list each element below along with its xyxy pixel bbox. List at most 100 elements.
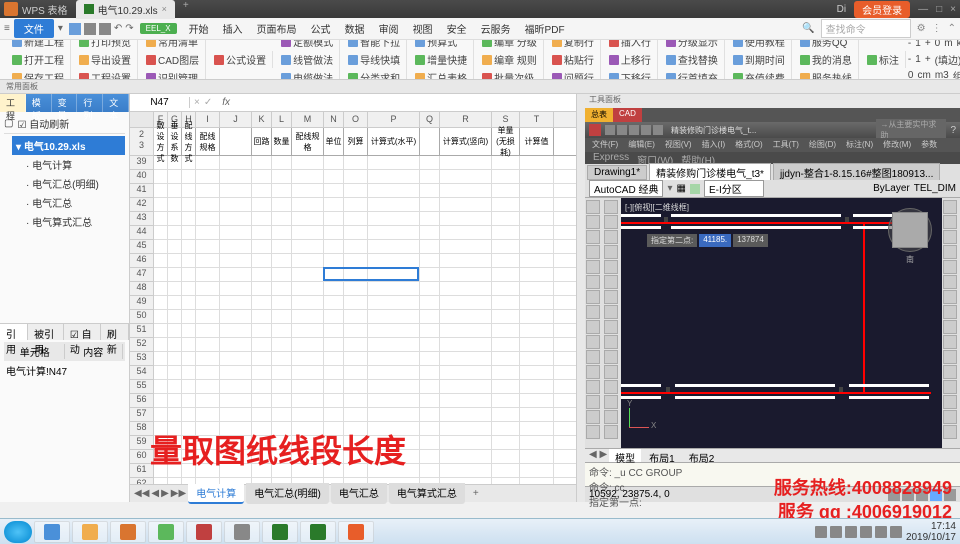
cell[interactable] <box>252 240 272 253</box>
cad-tab-summary[interactable]: 总表 <box>585 108 613 122</box>
cad-viewcube[interactable] <box>892 212 928 248</box>
unit-button[interactable]: kg <box>957 40 960 49</box>
cell[interactable] <box>292 170 324 183</box>
cell[interactable] <box>344 296 368 309</box>
cell[interactable] <box>182 324 196 337</box>
cad-menu-item[interactable]: 工具(T) <box>770 138 802 152</box>
cad-tool-button[interactable] <box>586 425 600 439</box>
cell[interactable] <box>420 240 440 253</box>
row-header[interactable]: 42 <box>130 198 153 212</box>
cell[interactable] <box>324 436 344 449</box>
cell[interactable] <box>520 338 554 351</box>
maximize-icon[interactable]: □ <box>936 4 942 15</box>
cell[interactable] <box>182 464 196 477</box>
cell[interactable] <box>196 380 220 393</box>
cell[interactable] <box>440 254 492 267</box>
unit-button[interactable]: 0 <box>935 40 941 49</box>
cell[interactable] <box>154 338 168 351</box>
add-sheet-button[interactable]: + <box>467 488 485 499</box>
cell[interactable] <box>324 184 344 197</box>
col-header[interactable]: Q <box>420 112 440 127</box>
tray-icon[interactable] <box>890 526 902 538</box>
cell[interactable] <box>220 478 252 484</box>
cell[interactable] <box>168 282 182 295</box>
cell[interactable] <box>182 408 196 421</box>
cell[interactable] <box>168 310 182 323</box>
cad-qat-open-icon[interactable] <box>617 125 627 135</box>
sheet-nav-button[interactable]: ◀ <box>151 488 159 499</box>
cell[interactable] <box>168 184 182 197</box>
cell[interactable] <box>440 184 492 197</box>
ribbon-button[interactable]: 汇总表格 <box>413 69 469 80</box>
cell[interactable] <box>168 394 182 407</box>
ribbon-button[interactable]: 服务QQ <box>798 40 854 50</box>
cell[interactable] <box>420 464 440 477</box>
ribbon-button[interactable]: 查找替换 <box>664 51 720 68</box>
ribbon-button[interactable]: 编章 分级 <box>480 40 539 50</box>
cell[interactable] <box>154 240 168 253</box>
cell[interactable] <box>196 394 220 407</box>
unit-button[interactable]: m3 <box>935 70 949 80</box>
cell[interactable] <box>154 226 168 239</box>
cell[interactable] <box>272 226 292 239</box>
cell[interactable] <box>440 338 492 351</box>
cell[interactable] <box>154 380 168 393</box>
cell[interactable] <box>292 240 324 253</box>
lb-tab[interactable]: 被引用 <box>28 324 64 340</box>
cell[interactable] <box>220 268 252 281</box>
qa-print-icon[interactable] <box>84 23 96 35</box>
cell[interactable] <box>324 212 344 225</box>
cell[interactable] <box>168 338 182 351</box>
cell[interactable] <box>220 464 252 477</box>
cell[interactable] <box>182 156 196 169</box>
cell[interactable] <box>492 380 520 393</box>
cell[interactable] <box>182 198 196 211</box>
cad-tool-button[interactable] <box>943 395 957 409</box>
menu-item[interactable]: 安全 <box>441 19 473 38</box>
cell[interactable] <box>440 310 492 323</box>
ribbon-button[interactable]: 我的消息 <box>798 51 854 68</box>
tray-icon[interactable] <box>845 526 857 538</box>
cell[interactable] <box>182 436 196 449</box>
cell[interactable] <box>492 156 520 169</box>
tree-item[interactable]: · 电气汇总(明细) <box>22 174 125 193</box>
cell[interactable] <box>440 198 492 211</box>
cell[interactable] <box>168 212 182 225</box>
cell[interactable] <box>520 254 554 267</box>
cell[interactable] <box>154 436 168 449</box>
cell[interactable] <box>492 464 520 477</box>
cell[interactable] <box>220 324 252 337</box>
cell[interactable] <box>252 450 272 463</box>
cell[interactable] <box>420 254 440 267</box>
tree-item[interactable]: · 电气汇总 <box>22 193 125 212</box>
ribbon-button[interactable]: 行首填充 <box>664 69 720 80</box>
cad-osnap-icon[interactable] <box>944 489 956 501</box>
cad-polar-icon[interactable] <box>930 489 942 501</box>
row-header[interactable]: 62 <box>130 478 153 484</box>
unit-button[interactable]: - <box>908 40 911 49</box>
cell[interactable] <box>292 254 324 267</box>
cell[interactable] <box>368 422 420 435</box>
cell[interactable] <box>368 296 420 309</box>
tree-item[interactable]: · 电气算式汇总 <box>22 212 125 231</box>
cell[interactable] <box>420 198 440 211</box>
left-tab[interactable]: 文本 <box>103 94 129 112</box>
row-header[interactable]: 49 <box>130 296 153 310</box>
task-item[interactable] <box>186 521 222 543</box>
cell[interactable] <box>272 324 292 337</box>
menu-item[interactable]: 云服务 <box>475 19 517 38</box>
cell[interactable] <box>420 184 440 197</box>
cell[interactable] <box>520 212 554 225</box>
cad-qat-save-icon[interactable] <box>629 125 639 135</box>
cell[interactable] <box>220 184 252 197</box>
cad-menu-item[interactable]: 修改(M) <box>880 138 914 152</box>
cell[interactable] <box>292 212 324 225</box>
cell[interactable] <box>272 464 292 477</box>
cell[interactable] <box>344 380 368 393</box>
ribbon-button[interactable]: 导线快填 <box>346 51 402 68</box>
cad-layer-icon[interactable]: ▦ <box>677 183 686 194</box>
ribbon-button[interactable]: 识别管理 <box>144 69 201 80</box>
cell[interactable] <box>292 268 324 281</box>
cell[interactable] <box>168 226 182 239</box>
cell[interactable] <box>492 352 520 365</box>
